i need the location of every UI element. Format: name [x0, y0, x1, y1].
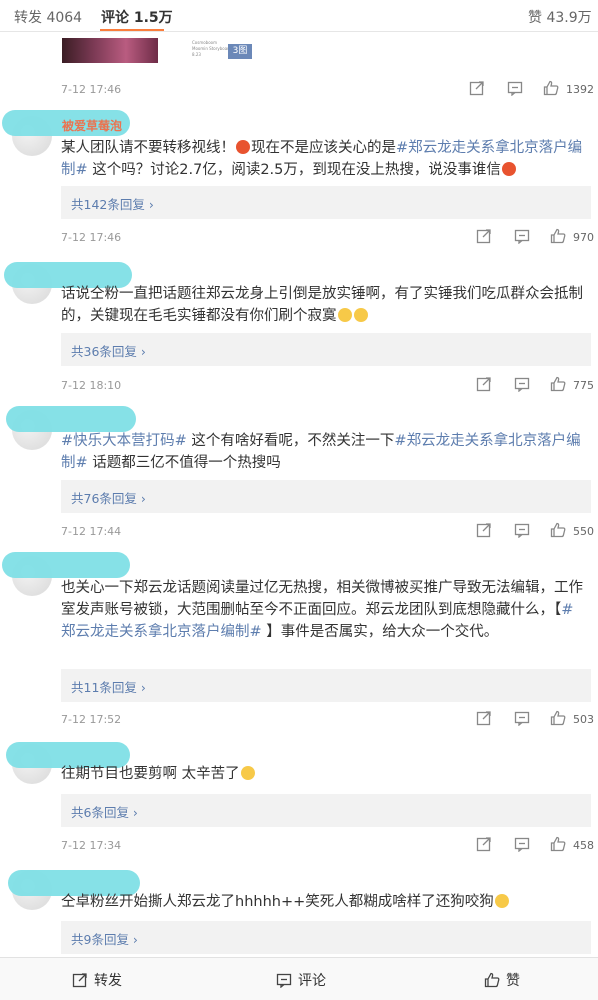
comment-text-part: 现在不是应该关心的是 — [251, 140, 396, 156]
comment-meta: 7-12 17:46 1392 — [61, 80, 594, 100]
comment-icon[interactable] — [514, 710, 530, 729]
comment-image[interactable] — [62, 38, 158, 63]
comment-time: 7-12 17:46 — [61, 83, 122, 96]
comment-meta: 7-12 17:44 550 — [61, 522, 594, 542]
tab-bar: 转发 4064 评论 1.5万 赞 43.9万 — [0, 0, 598, 32]
hashtag-link[interactable]: #快乐大本营打码# — [61, 433, 187, 449]
comment-text: #快乐大本营打码# 这个有啥好看呢，不然关注一下#郑云龙走关系拿北京落户编制# … — [61, 430, 587, 474]
like-icon[interactable] — [550, 376, 566, 395]
comment-text-part: 】事件是否属实，给大众一个交代。 — [261, 624, 499, 640]
comment-meta: 7-12 17:34 458 — [61, 836, 594, 856]
like-icon[interactable] — [550, 228, 566, 247]
repost-button[interactable]: 转发 — [72, 970, 122, 990]
comment-label: 评论 — [298, 973, 326, 989]
comment-text-part: 话题都三亿不值得一个热搜吗 — [87, 455, 281, 471]
like-label: 赞 — [506, 973, 520, 989]
like-count: 550 — [573, 525, 594, 538]
reply-count-link[interactable]: 共9条回复 › — [71, 929, 138, 948]
awkward-emoji-icon — [337, 308, 352, 322]
like-icon[interactable] — [550, 710, 566, 729]
angry-emoji-icon — [236, 140, 250, 154]
comment-time: 7-12 17:44 — [61, 525, 122, 538]
tab-repost[interactable]: 转发 4064 — [14, 7, 82, 27]
comment-text: 也关心一下郑云龙话题阅读量过亿无热搜，相关微博被买推广导致无法编辑，工作室发声账… — [61, 577, 587, 643]
comment-text-part: 仝卓粉丝开始撕人郑云龙了hhhhh++笑死人都糊成啥样了还狗咬狗 — [61, 894, 494, 910]
share-icon[interactable] — [476, 710, 492, 729]
share-icon[interactable] — [476, 228, 492, 247]
reply-summary[interactable]: 共9条回复 › — [61, 921, 591, 954]
share-icon[interactable] — [476, 522, 492, 541]
reply-count-link[interactable]: 共11条回复 › — [71, 677, 146, 696]
tab-active-indicator — [100, 29, 164, 31]
reply-count-link[interactable]: 共76条回复 › — [71, 488, 146, 507]
comment-meta: 7-12 17:46 970 — [61, 228, 594, 248]
like-count: 970 — [573, 231, 594, 244]
angry-emoji-icon — [501, 162, 516, 176]
comment-meta: 7-12 18:10 775 — [61, 376, 594, 396]
comment-text-part: 往期节目也要剪啊 太辛苦了 — [61, 766, 240, 782]
comment-text-part: 这个吗？讨论2.7亿，阅读2.5万，到现在没上热搜，说没事谁信 — [87, 162, 501, 178]
like-icon[interactable] — [550, 836, 566, 855]
share-icon[interactable] — [476, 376, 492, 395]
comment-time: 7-12 17:46 — [61, 231, 122, 244]
reply-count-link[interactable]: 共142条回复 › — [71, 194, 154, 213]
reply-count-link[interactable]: 共36条回复 › — [71, 341, 146, 360]
like-button[interactable]: 赞 — [484, 970, 520, 990]
comment-text-part: 也关心一下郑云龙话题阅读量过亿无热搜，相关微博被买推广导致无法编辑，工作室发声账… — [61, 580, 583, 618]
comment-text-part: 这个有啥好看呢，不然关注一下 — [186, 433, 395, 449]
like-icon — [484, 972, 500, 988]
comment-text-part: 某人团队请不要转移视线！ — [61, 140, 235, 156]
repost-label: 转发 — [94, 973, 122, 989]
comment-icon[interactable] — [514, 522, 530, 541]
reply-summary[interactable]: 共36条回复 › — [61, 333, 591, 366]
bottom-action-bar: 转发 评论 赞 — [0, 957, 598, 1000]
comment-icon[interactable] — [514, 228, 530, 247]
share-icon — [72, 973, 87, 988]
comment-time: 7-12 17:34 — [61, 839, 122, 852]
redaction-scribble — [2, 552, 130, 578]
share-icon[interactable] — [476, 836, 492, 855]
comment-button[interactable]: 评论 — [276, 970, 326, 990]
comment-text: 话说仝粉一直把话题往郑云龙身上引倒是放实锤啊，有了实锤我们吃瓜群众会抵制的，关键… — [61, 283, 587, 327]
awkward-emoji-icon — [353, 308, 368, 322]
image-count-badge[interactable]: 3图 — [228, 44, 252, 59]
like-count: 458 — [573, 839, 594, 852]
comment-icon[interactable] — [507, 80, 523, 99]
like-count: 1392 — [566, 83, 594, 96]
comment-text: 仝卓粉丝开始撕人郑云龙了hhhhh++笑死人都糊成啥样了还狗咬狗 — [61, 891, 587, 913]
comment-time: 7-12 18:10 — [61, 379, 122, 392]
tab-comment[interactable]: 评论 1.5万 — [101, 7, 173, 27]
share-icon[interactable] — [469, 80, 485, 99]
comment-icon — [276, 973, 292, 988]
like-count: 503 — [573, 713, 594, 726]
like-icon[interactable] — [550, 522, 566, 541]
comment-author[interactable]: 被爱草莓泡 — [62, 117, 122, 134]
comment-image-row: Cosmoboom Moomin Storyboard 8.23 3图 — [58, 38, 358, 64]
tab-like[interactable]: 赞 43.9万 — [528, 7, 592, 27]
comment-time: 7-12 17:52 — [61, 713, 122, 726]
comment-text: 往期节目也要剪啊 太辛苦了 — [61, 763, 587, 785]
reply-summary[interactable]: 共142条回复 › — [61, 186, 591, 219]
comment-text: 某人团队请不要转移视线！ 现在不是应该关心的是#郑云龙走关系拿北京落户编制# 这个… — [61, 137, 587, 181]
laugh-cry-emoji-icon — [240, 766, 255, 780]
comment-icon[interactable] — [514, 836, 530, 855]
comment-text-part: 话说仝粉一直把话题往郑云龙身上引倒是放实锤啊，有了实锤我们吃瓜群众会抵制的，关键… — [61, 286, 583, 324]
like-icon[interactable] — [543, 80, 559, 99]
redaction-scribble — [6, 406, 136, 432]
reply-count-link[interactable]: 共6条回复 › — [71, 802, 138, 821]
reply-summary[interactable]: 共6条回复 › — [61, 794, 591, 827]
reply-summary[interactable]: 共11条回复 › — [61, 669, 591, 702]
mouth-covered-emoji-icon — [494, 894, 509, 908]
comment-icon[interactable] — [514, 376, 530, 395]
comment-meta: 7-12 17:52 503 — [61, 710, 594, 730]
like-count: 775 — [573, 379, 594, 392]
reply-summary[interactable]: 共76条回复 › — [61, 480, 591, 513]
